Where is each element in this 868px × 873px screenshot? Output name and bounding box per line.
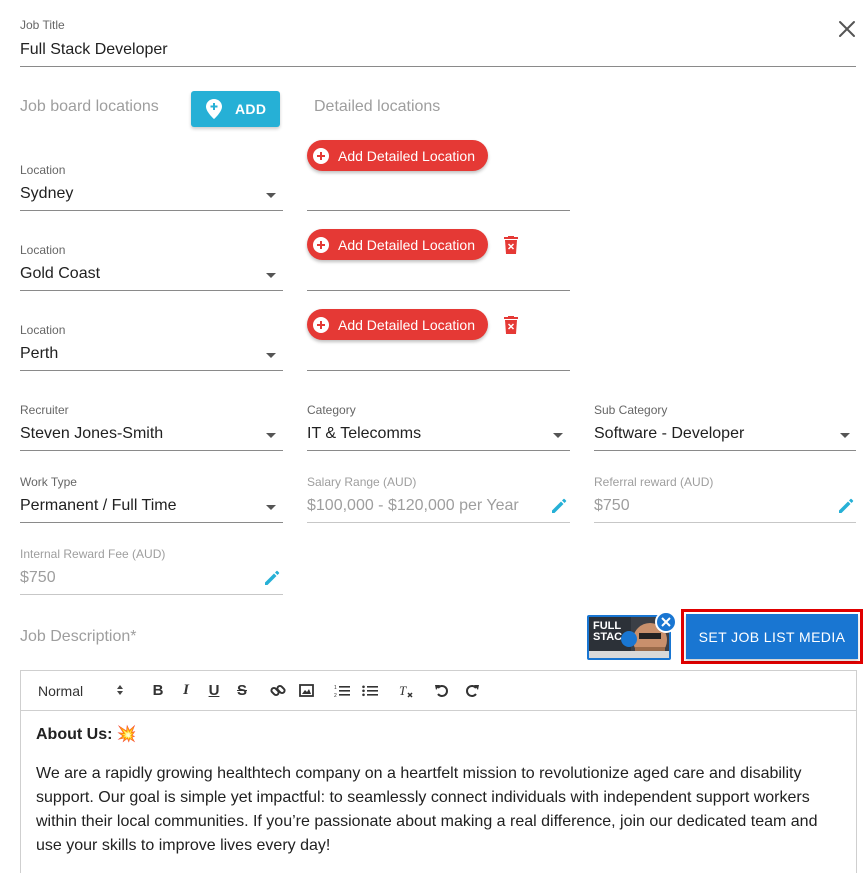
chevron-down-icon[interactable] <box>840 433 850 438</box>
add-detailed-location-label: Add Detailed Location <box>338 147 475 164</box>
work-type-underline <box>20 522 283 523</box>
trash-icon[interactable] <box>504 316 518 334</box>
category-underline <box>307 450 570 451</box>
location-label: Location <box>20 243 66 257</box>
pencil-icon[interactable] <box>550 497 568 515</box>
close-icon[interactable] <box>837 19 857 39</box>
internal-reward-value: $750 <box>20 569 56 586</box>
add-detailed-location-button[interactable]: Add Detailed Location <box>307 229 488 260</box>
work-type-select-value[interactable]: Permanent / Full Time <box>20 497 177 515</box>
remove-media-icon[interactable] <box>655 611 677 633</box>
add-circle-icon <box>313 316 329 333</box>
add-circle-icon <box>313 236 329 253</box>
about-heading: About Us: 💥 <box>36 726 137 743</box>
detailed-location-underline <box>307 290 570 291</box>
bold-icon[interactable]: B <box>150 682 166 699</box>
category-label: Category <box>307 403 356 417</box>
job-board-locations-label: Job board locations <box>20 98 159 115</box>
about-paragraph: We are a rapidly growing healthtech comp… <box>36 765 818 854</box>
salary-range-label: Salary Range (AUD) <box>307 475 417 489</box>
salary-range-value: $100,000 - $120,000 per Year <box>307 497 519 514</box>
svg-text:1: 1 <box>334 685 337 691</box>
location-label: Location <box>20 163 66 177</box>
set-job-list-media-button[interactable]: SET JOB LIST MEDIA <box>686 614 858 659</box>
location-underline <box>20 210 283 211</box>
location-select-value[interactable]: Gold Coast <box>20 265 100 283</box>
chevron-down-icon[interactable] <box>553 433 563 438</box>
add-detailed-location-label: Add Detailed Location <box>338 236 475 253</box>
referral-reward-underline <box>594 522 856 523</box>
svg-text:T: T <box>399 683 407 698</box>
sub-category-label: Sub Category <box>594 403 668 417</box>
location-label: Location <box>20 323 66 337</box>
location-underline <box>20 290 283 291</box>
trash-icon[interactable] <box>504 236 518 254</box>
referral-reward-value: $750 <box>594 497 630 514</box>
ordered-list-icon[interactable]: 12 <box>334 684 350 698</box>
chevron-down-icon[interactable] <box>266 273 276 278</box>
add-circle-icon <box>313 147 329 164</box>
recruiter-underline <box>20 450 283 451</box>
map-pin-plus-icon <box>206 99 222 119</box>
up-down-arrows-icon <box>116 683 124 699</box>
pencil-icon[interactable] <box>263 569 281 587</box>
location-select-value[interactable]: Perth <box>20 345 58 363</box>
chevron-down-icon[interactable] <box>266 505 276 510</box>
category-select-value[interactable]: IT & Telecomms <box>307 425 421 443</box>
format-select-value: Normal <box>38 682 84 699</box>
detailed-location-underline <box>307 210 570 211</box>
internal-reward-label: Internal Reward Fee (AUD) <box>20 547 166 561</box>
detailed-location-underline <box>307 370 570 371</box>
add-detailed-location-button[interactable]: Add Detailed Location <box>307 309 488 340</box>
sub-category-select-value[interactable]: Software - Developer <box>594 425 744 443</box>
italic-icon[interactable]: I <box>178 682 194 699</box>
chevron-down-icon[interactable] <box>266 353 276 358</box>
referral-reward-label: Referral reward (AUD) <box>594 475 714 489</box>
job-title-input[interactable]: Full Stack Developer <box>20 41 168 59</box>
location-underline <box>20 370 283 371</box>
detailed-locations-label: Detailed locations <box>314 98 441 115</box>
recruiter-label: Recruiter <box>20 403 69 417</box>
location-select-value[interactable]: Sydney <box>20 185 73 203</box>
sub-category-underline <box>594 450 856 451</box>
description-editor: Normal B I U S 12 T About Us: 💥 We are a… <box>20 670 857 873</box>
chevron-down-icon[interactable] <box>266 193 276 198</box>
format-select[interactable]: Normal <box>38 683 124 699</box>
salary-range-underline <box>307 522 570 523</box>
bullet-list-icon[interactable] <box>362 684 378 698</box>
strikethrough-icon[interactable]: S <box>234 682 250 699</box>
editor-content[interactable]: About Us: 💥 We are a rapidly growing hea… <box>21 711 856 858</box>
add-detailed-location-label: Add Detailed Location <box>338 316 475 333</box>
internal-reward-underline <box>20 594 283 595</box>
clear-format-icon[interactable]: T <box>398 683 414 699</box>
redo-icon[interactable] <box>464 684 480 698</box>
undo-icon[interactable] <box>434 684 450 698</box>
job-title-label: Job Title <box>20 18 65 32</box>
image-icon[interactable] <box>298 684 314 697</box>
add-detailed-location-button[interactable]: Add Detailed Location <box>307 140 488 171</box>
recruiter-select-value[interactable]: Steven Jones-Smith <box>20 425 163 443</box>
add-location-button[interactable]: ADD <box>191 91 280 127</box>
chevron-down-icon[interactable] <box>266 433 276 438</box>
link-icon[interactable] <box>270 683 286 699</box>
pencil-icon[interactable] <box>837 497 855 515</box>
add-location-label: ADD <box>235 101 267 117</box>
underline-icon[interactable]: U <box>206 682 222 699</box>
editor-toolbar: Normal B I U S 12 T <box>21 671 856 711</box>
svg-text:2: 2 <box>334 693 337 698</box>
job-title-underline <box>20 66 856 67</box>
job-description-label: Job Description* <box>20 628 137 645</box>
work-type-label: Work Type <box>20 475 77 489</box>
